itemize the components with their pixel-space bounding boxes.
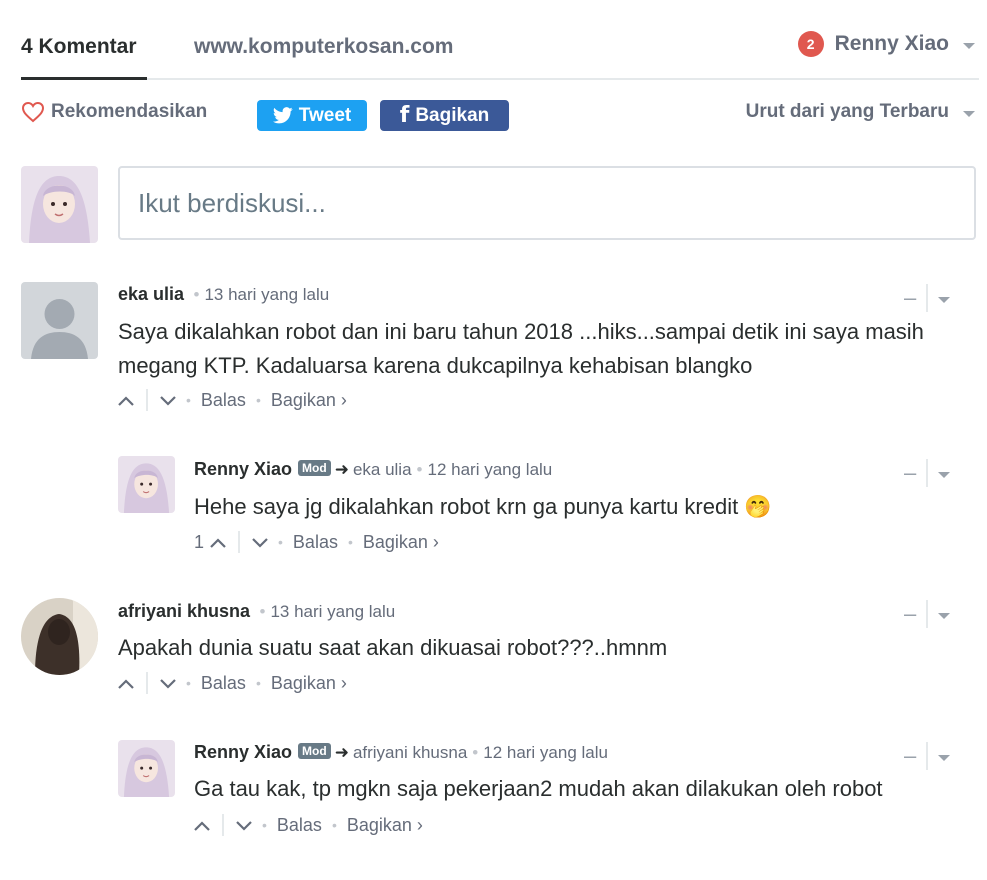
reply-link[interactable]: Balas bbox=[293, 532, 338, 553]
user-name[interactable]: Renny Xiao bbox=[835, 32, 949, 56]
comment-controls: – bbox=[904, 459, 951, 487]
comment-footer: • Balas • Bagikan › bbox=[118, 389, 347, 411]
downvote-button[interactable] bbox=[160, 390, 176, 411]
upvote-button[interactable] bbox=[118, 673, 134, 694]
divider bbox=[238, 531, 241, 553]
comment-author[interactable]: afriyani khusna bbox=[118, 601, 250, 621]
active-tab-indicator bbox=[21, 77, 147, 80]
collapse-button[interactable]: – bbox=[904, 601, 916, 627]
facebook-icon: f bbox=[399, 103, 410, 128]
vote-count: 1 bbox=[194, 531, 205, 552]
comment-header: afriyani khusna • 13 hari yang lalu bbox=[118, 601, 396, 621]
facebook-share-button[interactable]: f Bagikan bbox=[380, 100, 509, 131]
divider bbox=[926, 742, 929, 770]
tweet-label: Tweet bbox=[298, 104, 352, 126]
comment-controls: – bbox=[904, 600, 951, 628]
comment-body: Hehe saya jg dikalahkan robot krn ga pun… bbox=[194, 494, 772, 519]
reply-to-author[interactable]: eka ulia bbox=[353, 460, 412, 479]
tab-community-site[interactable]: www.komputerkosan.com bbox=[194, 35, 453, 59]
chevron-down-icon[interactable] bbox=[938, 296, 951, 303]
divider bbox=[926, 284, 929, 312]
divider bbox=[146, 389, 148, 411]
upvote-button[interactable] bbox=[210, 532, 226, 553]
comment-header: Renny Xiao Mod ➜ afriyani khusna • 12 hari ya… bbox=[194, 742, 608, 762]
avatar[interactable] bbox=[118, 456, 175, 513]
twitter-bird-icon bbox=[272, 107, 293, 124]
avatar[interactable] bbox=[21, 282, 98, 359]
downvote-button[interactable] bbox=[252, 532, 268, 553]
comment-footer: • Balas • Bagikan › bbox=[194, 814, 423, 836]
chevron-down-icon[interactable] bbox=[938, 612, 951, 619]
collapse-button[interactable]: – bbox=[904, 285, 916, 311]
recommend-label: Rekomendasikan bbox=[51, 101, 208, 122]
share-link[interactable]: Bagikan › bbox=[271, 390, 347, 411]
comment-timestamp[interactable]: 13 hari yang lalu bbox=[204, 285, 329, 304]
share-link[interactable]: Bagikan › bbox=[363, 532, 439, 553]
sort-label: Urut dari yang Terbaru bbox=[745, 101, 949, 122]
facebook-share-label: Bagikan bbox=[415, 104, 490, 126]
notification-badge[interactable]: 2 bbox=[797, 31, 824, 57]
comment-header: Renny Xiao Mod ➜ eka ulia • 12 hari yang lalu bbox=[194, 459, 553, 479]
chevron-down-icon[interactable] bbox=[938, 471, 951, 478]
tab-comments[interactable]: 4 Komentar bbox=[21, 35, 137, 59]
reply-arrow-icon: ➜ bbox=[334, 460, 349, 479]
chevron-down-icon[interactable] bbox=[963, 42, 975, 49]
downvote-button[interactable] bbox=[160, 673, 176, 694]
comment-timestamp[interactable]: 12 hari yang lalu bbox=[428, 460, 553, 479]
comment-author[interactable]: Renny Xiao bbox=[194, 459, 292, 479]
heart-icon bbox=[21, 101, 45, 123]
avatar[interactable] bbox=[21, 598, 98, 675]
sort-dropdown[interactable]: Urut dari yang Terbaru bbox=[746, 101, 975, 123]
comment-footer: 1 • Balas • Bagikan › bbox=[194, 531, 439, 553]
reply-to-author[interactable]: afriyani khusna bbox=[353, 743, 467, 762]
reply-arrow-icon: ➜ bbox=[334, 743, 349, 762]
comment-header: eka ulia • 13 hari yang lalu bbox=[118, 284, 330, 304]
share-link[interactable]: Bagikan › bbox=[271, 673, 347, 694]
comment-body: Apakah dunia suatu saat akan dikuasai ro… bbox=[118, 635, 668, 660]
comment-controls: – bbox=[904, 284, 951, 312]
downvote-button[interactable] bbox=[236, 815, 252, 836]
user-menu[interactable]: 2 Renny Xiao bbox=[797, 31, 975, 57]
moderator-badge: Mod bbox=[298, 460, 331, 476]
collapse-button[interactable]: – bbox=[904, 743, 916, 769]
avatar[interactable] bbox=[118, 740, 175, 797]
comment-footer: • Balas • Bagikan › bbox=[118, 672, 347, 694]
comment-body: Saya dikalahkan robot dan ini baru tahun… bbox=[118, 319, 924, 378]
reply-link[interactable]: Balas bbox=[201, 673, 246, 694]
upvote-button[interactable] bbox=[118, 390, 134, 411]
divider bbox=[146, 672, 148, 694]
reply-link[interactable]: Balas bbox=[277, 815, 322, 836]
comment-timestamp[interactable]: 12 hari yang lalu bbox=[483, 743, 608, 762]
reply-link[interactable]: Balas bbox=[201, 390, 246, 411]
recommend-button[interactable]: Rekomendasikan bbox=[21, 101, 207, 123]
comment-timestamp[interactable]: 13 hari yang lalu bbox=[270, 602, 395, 621]
chevron-down-icon[interactable] bbox=[938, 754, 951, 761]
comment-author[interactable]: Renny Xiao bbox=[194, 742, 292, 762]
moderator-badge: Mod bbox=[298, 743, 331, 759]
divider bbox=[926, 600, 929, 628]
divider bbox=[926, 459, 929, 487]
upvote-button[interactable] bbox=[194, 815, 210, 836]
tweet-button[interactable]: Tweet bbox=[257, 100, 367, 131]
comment-author[interactable]: eka ulia bbox=[118, 284, 184, 304]
share-link[interactable]: Bagikan › bbox=[347, 815, 423, 836]
header-divider bbox=[21, 78, 979, 80]
divider bbox=[222, 814, 224, 836]
comment-input[interactable]: Ikut berdiskusi... bbox=[118, 166, 976, 240]
comment-controls: – bbox=[904, 742, 951, 770]
current-user-avatar[interactable] bbox=[21, 166, 98, 243]
collapse-button[interactable]: – bbox=[904, 460, 916, 486]
chevron-down-icon bbox=[963, 110, 975, 117]
comment-body: Ga tau kak, tp mgkn saja pekerjaan2 muda… bbox=[194, 776, 883, 801]
